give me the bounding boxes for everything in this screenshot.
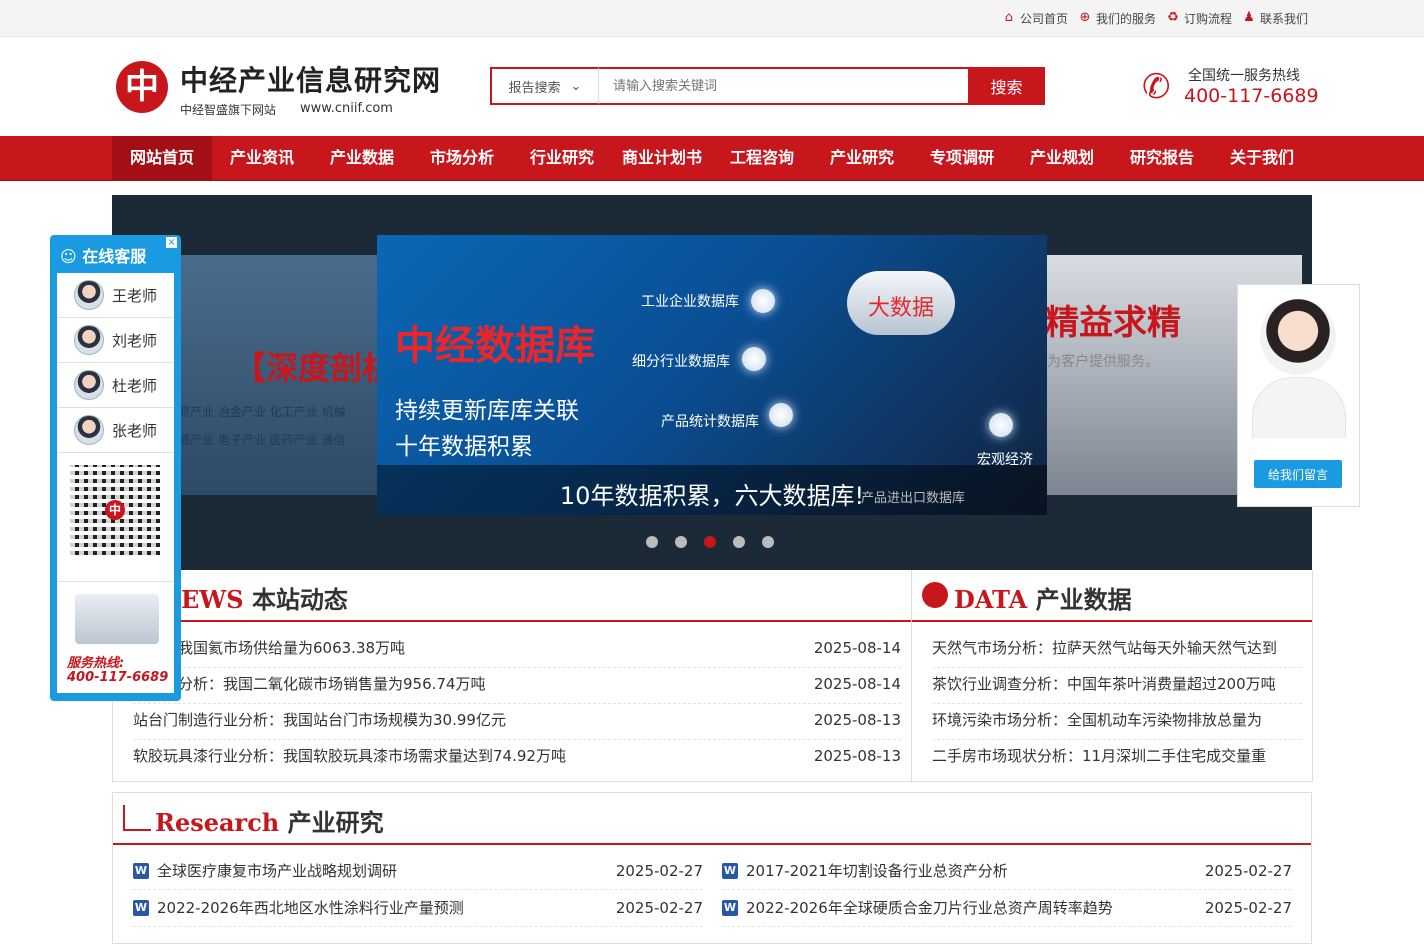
nav-home[interactable]: 网站首页 bbox=[112, 136, 212, 180]
leave-message-button[interactable]: 给我们留言 bbox=[1254, 460, 1342, 488]
search-button[interactable]: 搜索 bbox=[968, 67, 1045, 105]
nav-industry-study[interactable]: 产业研究 bbox=[812, 136, 912, 180]
hotline: ✆ 全国统一服务热线 400-117-6689 bbox=[1142, 63, 1319, 111]
list-item[interactable]: 分析：我国氦市场供给量为6063.38万吨 2025-08-14 bbox=[133, 632, 901, 668]
hotline-number: 400-117-6689 bbox=[1184, 85, 1319, 107]
online-service-panel: ☺ 在线客服 × 王老师 刘老师 杜老师 张老师 中 服务热线: 400-117… bbox=[50, 235, 181, 701]
nav-industry-news[interactable]: 产业资讯 bbox=[212, 136, 312, 180]
avatar bbox=[74, 325, 104, 355]
search-type-select[interactable]: 报告搜索 ⌄ bbox=[490, 67, 599, 105]
agent-item[interactable]: 杜老师 bbox=[57, 363, 174, 408]
news-section: EWS 本站动态 分析：我国氦市场供给量为6063.38万吨 2025-08-14… bbox=[112, 570, 912, 782]
header: 中 中经产业信息研究网 中经智盛旗下网站 www.cniif.com 报告搜索 … bbox=[0, 37, 1424, 136]
service-title: ☺ 在线客服 bbox=[60, 247, 147, 266]
agent-item[interactable]: 张老师 bbox=[57, 408, 174, 453]
word-doc-icon: W bbox=[722, 863, 738, 879]
carousel-dots bbox=[646, 536, 774, 548]
top-link-services[interactable]: ⊕ 我们的服务 bbox=[1078, 10, 1156, 27]
carousel-dot[interactable] bbox=[646, 536, 658, 548]
list-item[interactable]: 天然气市场分析：拉萨天然气站每天外输天然气达到 bbox=[932, 632, 1302, 668]
service-hotline: 服务热线: 400-117-6689 bbox=[57, 581, 174, 694]
qr-code: 中 bbox=[70, 465, 160, 555]
nav-about-us[interactable]: 关于我们 bbox=[1212, 136, 1312, 180]
avatar bbox=[74, 280, 104, 310]
report-item[interactable]: W 2017-2021年切割设备行业总资产分析 2025-02-27 bbox=[722, 853, 1292, 890]
contacts-icon: ♟ bbox=[1243, 10, 1255, 25]
phone-icon: ✆ bbox=[1142, 67, 1171, 107]
main-nav: 网站首页 产业资讯 产业数据 市场分析 行业研究 商业计划书 工程咨询 产业研究… bbox=[0, 136, 1424, 181]
logo-mark: 中 bbox=[116, 61, 168, 113]
search-input[interactable] bbox=[599, 67, 968, 105]
top-link-order-process[interactable]: ♻ 订购流程 bbox=[1166, 10, 1232, 27]
data-title: DATA 产业数据 bbox=[954, 585, 1132, 614]
banner-carousel: 【深度剖析 原产业 冶金产业 化工产业 机械 通产业 电子产业 医药产业 通信 … bbox=[112, 195, 1312, 570]
nav-engineering-consulting[interactable]: 工程咨询 bbox=[712, 136, 812, 180]
logo-url: www.cniif.com bbox=[300, 101, 393, 116]
search-bar: 报告搜索 ⌄ 搜索 bbox=[490, 67, 1045, 105]
carousel-dot[interactable] bbox=[704, 536, 716, 548]
list-item[interactable]: 茶饮行业调查分析：中国年茶叶消费量超过200万吨 bbox=[932, 668, 1302, 704]
top-link-home[interactable]: ⌂ 公司首页 bbox=[1002, 10, 1068, 27]
news-title: EWS 本站动态 bbox=[181, 585, 348, 614]
word-doc-icon: W bbox=[133, 900, 149, 916]
nav-industry-research[interactable]: 行业研究 bbox=[512, 136, 612, 180]
avatar bbox=[74, 370, 104, 400]
hotline-label: 全国统一服务热线 bbox=[1188, 68, 1300, 84]
call-center-image bbox=[75, 594, 159, 644]
nav-research-reports[interactable]: 研究报告 bbox=[1112, 136, 1212, 180]
nav-industry-data[interactable]: 产业数据 bbox=[312, 136, 412, 180]
site-logo[interactable]: 中 中经产业信息研究网 中经智盛旗下网站 www.cniif.com bbox=[116, 57, 440, 127]
slide-caption: 10年数据积累，六大数据库! bbox=[559, 482, 865, 510]
node-icon bbox=[989, 413, 1013, 437]
research-title: Research 产业研究 bbox=[155, 808, 384, 837]
logo-name: 中经产业信息研究网 bbox=[180, 64, 442, 97]
node-icon bbox=[742, 347, 766, 371]
report-item[interactable]: W 2022-2026年西北地区水性涂料行业产量预测 2025-02-27 bbox=[133, 890, 703, 927]
slide-subtitle-1: 持续更新库库关联 bbox=[395, 398, 579, 424]
nav-market-analysis[interactable]: 市场分析 bbox=[412, 136, 512, 180]
nav-business-plan[interactable]: 商业计划书 bbox=[612, 136, 712, 180]
agent-item[interactable]: 刘老师 bbox=[57, 318, 174, 363]
chart-icon bbox=[123, 805, 151, 831]
report-item[interactable]: W 全球医疗康复市场产业战略规划调研 2025-02-27 bbox=[133, 853, 703, 890]
close-icon[interactable]: × bbox=[166, 237, 177, 248]
pie-chart-icon bbox=[922, 582, 948, 608]
slide-title: 中经数据库 bbox=[395, 322, 595, 369]
nav-industry-planning[interactable]: 产业规划 bbox=[1012, 136, 1112, 180]
list-item[interactable]: 碳行业分析：我国二氧化碳市场销售量为956.74万吨 2025-08-14 bbox=[133, 668, 901, 704]
list-item[interactable]: 软胶玩具漆行业分析：我国软胶玩具漆市场需求量达到74.92万吨 2025-08-1… bbox=[133, 740, 901, 775]
support-agent-photo bbox=[1260, 299, 1336, 375]
node-icon bbox=[751, 289, 775, 313]
slide-subtitle-2: 十年数据积累 bbox=[395, 434, 533, 460]
agent-item[interactable]: 王老师 bbox=[57, 273, 174, 318]
carousel-dot[interactable] bbox=[733, 536, 745, 548]
report-item[interactable]: W 2022-2026年全球硬质合金刀片行业总资产周转率趋势 2025-02-27 bbox=[722, 890, 1292, 927]
message-widget: 给我们留言 bbox=[1237, 284, 1360, 507]
top-links: ⌂ 公司首页 ⊕ 我们的服务 ♻ 订购流程 ♟ 联系我们 bbox=[1002, 0, 1308, 36]
word-doc-icon: W bbox=[133, 863, 149, 879]
top-link-contact[interactable]: ♟ 联系我们 bbox=[1242, 10, 1308, 27]
node-icon bbox=[769, 403, 793, 427]
chat-icon: ☺ bbox=[60, 247, 77, 266]
list-item[interactable]: 环境污染市场分析：全国机动车污染物排放总量为 bbox=[932, 704, 1302, 740]
list-item[interactable]: 二手房市场现状分析：11月深圳二手住宅成交量重 bbox=[932, 740, 1302, 775]
word-doc-icon: W bbox=[722, 900, 738, 916]
carousel-dot[interactable] bbox=[762, 536, 774, 548]
slide-current[interactable]: 中经数据库 持续更新库库关联 十年数据积累 大数据 工业企业数据库 细分行业数据… bbox=[377, 235, 1047, 515]
data-section: DATA 产业数据 天然气市场分析：拉萨天然气站每天外输天然气达到 茶饮行业调查… bbox=[911, 570, 1313, 782]
recycle-icon: ♻ bbox=[1167, 10, 1179, 25]
cloud-icon: 大数据 bbox=[847, 271, 955, 335]
list-item[interactable]: 站台门制造行业分析：我国站台门市场规模为30.99亿元 2025-08-13 bbox=[133, 704, 901, 740]
carousel-dot[interactable] bbox=[675, 536, 687, 548]
nav-special-survey[interactable]: 专项调研 bbox=[912, 136, 1012, 180]
research-section: Research 产业研究 W 全球医疗康复市场产业战略规划调研 2025-02-2… bbox=[112, 792, 1312, 944]
top-bar: ⌂ 公司首页 ⊕ 我们的服务 ♻ 订购流程 ♟ 联系我们 bbox=[0, 0, 1424, 37]
globe-icon: ⊕ bbox=[1079, 10, 1091, 25]
chevron-down-icon: ⌄ bbox=[570, 78, 582, 94]
logo-subtitle: 中经智盛旗下网站 bbox=[180, 103, 277, 117]
home-icon: ⌂ bbox=[1004, 10, 1014, 25]
avatar bbox=[74, 415, 104, 445]
